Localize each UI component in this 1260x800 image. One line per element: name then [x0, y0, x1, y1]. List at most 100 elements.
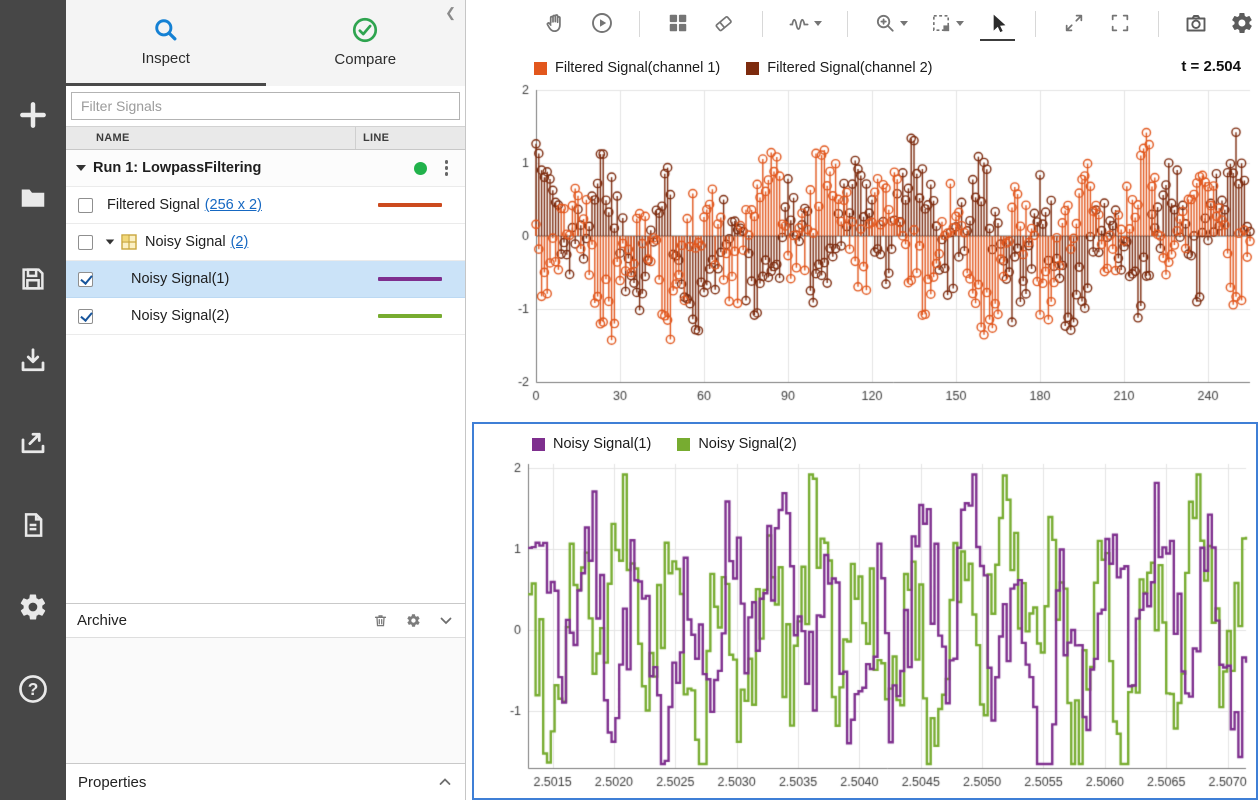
add-button[interactable]: [14, 96, 52, 134]
signal-plot-canvas[interactable]: [472, 48, 1258, 422]
table-row-noisy-signal-1[interactable]: Noisy Signal(1): [66, 261, 465, 298]
signal-label: Filtered Signal: [107, 197, 200, 213]
hand-icon: [544, 12, 567, 35]
preferences-button[interactable]: [14, 588, 52, 626]
signal-label: Noisy Signal: [145, 234, 226, 250]
collapse-panel-button[interactable]: ❮: [445, 5, 456, 21]
chevron-down-icon: [900, 21, 908, 26]
layout-grid-button[interactable]: [660, 7, 695, 41]
signal-checkbox[interactable]: [78, 309, 93, 324]
signal-table-header: NAME LINE: [66, 126, 465, 150]
legend-swatch: [532, 438, 545, 451]
tab-inspect[interactable]: Inspect: [66, 0, 266, 86]
archive-section-bar[interactable]: Archive: [66, 603, 465, 637]
column-name: NAME: [66, 127, 355, 149]
legend-swatch: [534, 62, 547, 75]
fullscreen-corners-icon: [1109, 12, 1131, 34]
plot-toolbar: [466, 0, 1260, 48]
folder-icon: [18, 182, 48, 212]
fullscreen-button[interactable]: [1103, 7, 1138, 41]
run-label: Run 1: LowpassFiltering: [93, 160, 261, 176]
camera-icon: [1184, 11, 1208, 35]
signal-dims-link[interactable]: (2): [231, 234, 249, 250]
signal-checkbox[interactable]: [78, 198, 93, 213]
column-line: LINE: [355, 127, 465, 149]
signal-checkbox[interactable]: [78, 235, 93, 250]
signal-plot-canvas[interactable]: [474, 424, 1256, 798]
run-options-kebab-icon[interactable]: [442, 157, 452, 179]
run-expand-caret-icon[interactable]: [76, 165, 86, 171]
pan-tool-button[interactable]: [538, 7, 573, 41]
legend-swatch: [677, 438, 690, 451]
legend-item[interactable]: Filtered Signal(channel 1): [534, 60, 720, 76]
clear-plots-button[interactable]: [706, 7, 741, 41]
archive-label: Archive: [77, 612, 127, 629]
filter-row: [66, 86, 465, 126]
gear-icon: [1230, 11, 1254, 35]
region-select-menu-button[interactable]: [924, 7, 969, 41]
help-button[interactable]: ?: [14, 670, 52, 708]
mode-tabs: Inspect Compare ❮: [66, 0, 465, 86]
gear-icon: [18, 592, 48, 622]
tab-inspect-label: Inspect: [142, 50, 190, 67]
import-button[interactable]: [14, 342, 52, 380]
time-cursor-readout: t = 2.504: [1181, 58, 1241, 75]
plot-area: Filtered Signal(channel 1) Filtered Sign…: [466, 0, 1260, 800]
subplot-filtered-signal[interactable]: Filtered Signal(channel 1) Filtered Sign…: [472, 48, 1258, 422]
cursor-arrow-icon: [986, 12, 1009, 35]
export-button[interactable]: [14, 424, 52, 462]
legend-label: Filtered Signal(channel 1): [555, 60, 720, 76]
legend-swatch: [746, 62, 759, 75]
expand-caret-icon[interactable]: [106, 239, 115, 244]
subplot-noisy-signal[interactable]: Noisy Signal(1) Noisy Signal(2): [472, 422, 1258, 800]
zoom-menu-button[interactable]: [868, 7, 913, 41]
plot-settings-button[interactable]: [1225, 7, 1260, 41]
line-style-sample[interactable]: [378, 314, 442, 318]
legend-item[interactable]: Filtered Signal(channel 2): [746, 60, 932, 76]
archive-settings-gear-icon[interactable]: [406, 613, 421, 628]
toolbar-divider: [847, 11, 848, 37]
snapshot-button[interactable]: [1179, 7, 1214, 41]
signal-checkbox[interactable]: [78, 272, 93, 287]
eraser-icon: [712, 12, 735, 35]
signal-wave-icon: [788, 12, 811, 35]
signal-dims-link[interactable]: (256 x 2): [205, 197, 262, 213]
plus-icon: [18, 100, 48, 130]
fit-view-button[interactable]: [1056, 7, 1091, 41]
cursor-tool-button[interactable]: [980, 7, 1015, 41]
play-circle-icon: [590, 11, 614, 35]
chevron-up-icon[interactable]: [437, 774, 453, 790]
trash-icon[interactable]: [372, 612, 389, 629]
legend-item[interactable]: Noisy Signal(1): [532, 436, 651, 452]
toolbar-divider: [762, 11, 763, 37]
legend-label: Noisy Signal(2): [698, 436, 796, 452]
chevron-down-icon: [956, 21, 964, 26]
replay-button[interactable]: [584, 7, 619, 41]
expand-diagonal-icon: [1063, 12, 1085, 34]
properties-section-bar[interactable]: Properties: [66, 763, 465, 800]
svg-text:?: ?: [28, 679, 39, 699]
table-row-noisy-signal-group[interactable]: Noisy Signal (2): [66, 224, 465, 261]
tab-compare[interactable]: Compare: [266, 0, 466, 86]
table-row-noisy-signal-2[interactable]: Noisy Signal(2): [66, 298, 465, 335]
zoom-magnifier-icon: [874, 12, 897, 35]
trigger-menu-button[interactable]: [783, 7, 828, 41]
archive-empty-area: [66, 637, 465, 763]
report-button[interactable]: [14, 506, 52, 544]
search-icon: [152, 16, 179, 43]
table-empty-area: [66, 335, 465, 603]
chevron-down-icon[interactable]: [438, 613, 454, 629]
line-style-sample[interactable]: [378, 277, 442, 281]
save-button[interactable]: [14, 260, 52, 298]
matrix-signal-icon: [121, 234, 137, 250]
line-style-sample[interactable]: [378, 203, 442, 207]
open-button[interactable]: [14, 178, 52, 216]
help-icon: ?: [17, 673, 49, 705]
table-row-filtered-signal[interactable]: Filtered Signal (256 x 2): [66, 187, 465, 224]
legend-item[interactable]: Noisy Signal(2): [677, 436, 796, 452]
signal-label: Noisy Signal(2): [131, 308, 229, 324]
filter-signals-input[interactable]: [71, 92, 460, 120]
signal-browser-panel: Inspect Compare ❮ NAME LINE Run 1: Lowpa…: [66, 0, 466, 800]
run-row[interactable]: Run 1: LowpassFiltering: [66, 150, 465, 187]
grid-icon: [667, 12, 689, 34]
